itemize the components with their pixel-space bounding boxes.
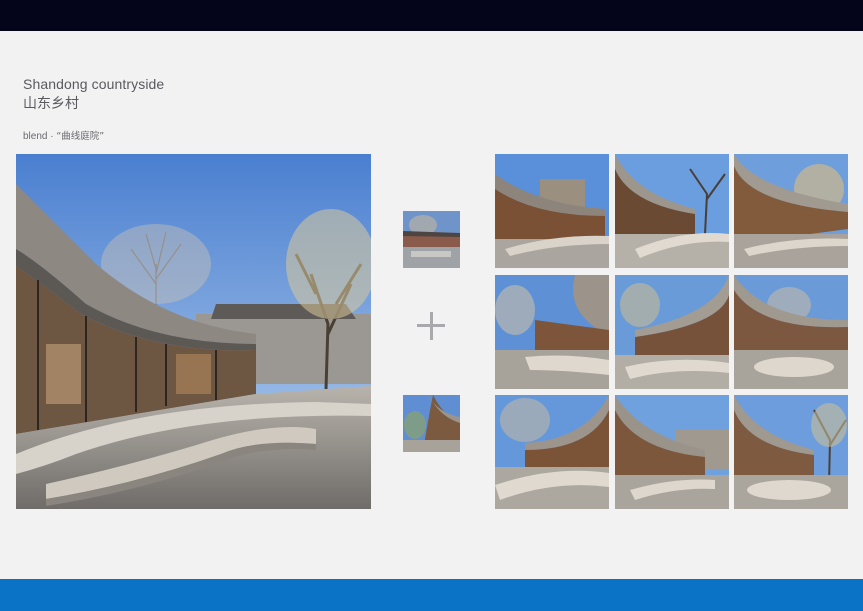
blend-name: “曲线庭院”: [56, 131, 105, 142]
blend-label: blend · “曲线庭院”: [23, 128, 104, 142]
input-photo-village: [403, 211, 460, 268]
result-photo-3: [734, 154, 848, 268]
page-title-english: Shandong countryside: [23, 76, 165, 92]
plus-icon: [417, 312, 445, 340]
input-photo-curved-roof: [403, 395, 460, 452]
bottom-bar: [0, 579, 863, 611]
result-photo-8: [615, 395, 729, 509]
result-photo-2: [615, 154, 729, 268]
result-photo-4: [495, 275, 609, 389]
result-photo-1: [495, 154, 609, 268]
result-photo-9: [734, 395, 848, 509]
result-photo-7: [495, 395, 609, 509]
result-photo-6: [734, 275, 848, 389]
result-photo-5: [615, 275, 729, 389]
blend-prefix: blend ·: [23, 131, 57, 142]
main-courtyard-photo: [16, 154, 371, 509]
presentation-slide: Shandong countryside 山东乡村 blend · “曲线庭院”: [0, 0, 863, 611]
page-title-chinese: 山东乡村: [23, 96, 79, 112]
results-grid: [495, 154, 848, 509]
top-bar: [0, 0, 863, 31]
